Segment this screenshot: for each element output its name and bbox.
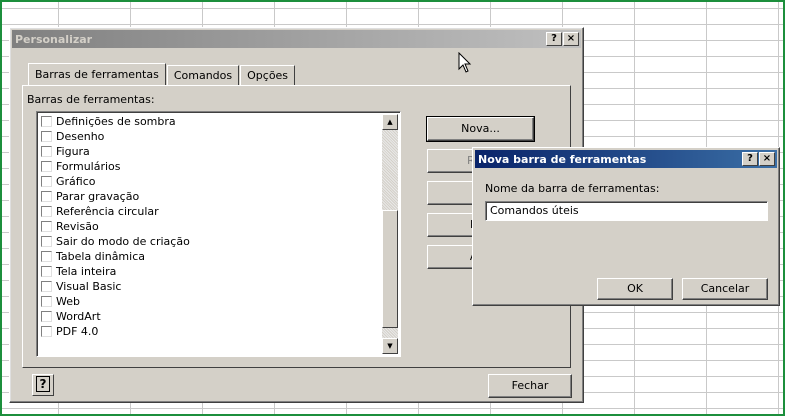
tab-options[interactable]: Opções — [240, 65, 296, 85]
help-button[interactable]: ? — [546, 32, 562, 46]
mouse-cursor-icon — [458, 52, 472, 73]
list-item[interactable]: Referência circular — [39, 204, 382, 219]
list-item[interactable]: Definições de sombra — [39, 114, 382, 129]
checkbox[interactable] — [41, 281, 52, 292]
list-item[interactable]: Revisão — [39, 219, 382, 234]
checkbox[interactable] — [41, 236, 52, 247]
tab-toolbars[interactable]: Barras de ferramentas — [28, 63, 166, 85]
tab-toolbars-label: Barras de ferramentas — [35, 68, 159, 81]
list-item-label: Sair do modo de criação — [56, 235, 190, 248]
list-item-label: PDF 4.0 — [56, 325, 99, 338]
checkbox[interactable] — [41, 191, 52, 202]
list-item[interactable]: Desenho — [39, 129, 382, 144]
tab-commands[interactable]: Comandos — [166, 65, 240, 85]
list-item[interactable]: Gráfico — [39, 174, 382, 189]
list-item-label: Gráfico — [56, 175, 96, 188]
checkbox[interactable] — [41, 176, 52, 187]
tab-options-label: Opções — [247, 69, 289, 82]
list-item-label: Tela inteira — [56, 265, 117, 278]
close-button[interactable]: × — [563, 32, 579, 46]
checkbox[interactable] — [41, 161, 52, 172]
checkbox[interactable] — [41, 326, 52, 337]
checkbox[interactable] — [41, 296, 52, 307]
list-item[interactable]: Parar gravação — [39, 189, 382, 204]
toolbars-list-label: Barras de ferramentas: — [27, 93, 155, 106]
checkbox[interactable] — [41, 131, 52, 142]
footer-help-icon: ? — [35, 376, 51, 392]
list-item[interactable]: Figura — [39, 144, 382, 159]
new-toolbar-close-button[interactable]: × — [759, 152, 775, 166]
customize-title: Personalizar — [15, 32, 93, 46]
ok-button[interactable]: OK — [597, 278, 673, 300]
list-item[interactable]: Formulários — [39, 159, 382, 174]
toolbars-listbox[interactable]: Definições de sombra Desenho Figura Formulá… — [36, 111, 401, 357]
list-item-label: Referência circular — [56, 205, 159, 218]
list-item-label: Web — [56, 295, 80, 308]
close-dialog-button[interactable]: Fechar — [488, 374, 572, 398]
list-item-label: Figura — [56, 145, 90, 158]
toolbar-name-label: Nome da barra de ferramentas: — [485, 182, 660, 195]
list-item-label: Desenho — [56, 130, 105, 143]
toolbars-list: Definições de sombra Desenho Figura Formulá… — [39, 114, 382, 339]
list-item-label: WordArt — [56, 310, 101, 323]
cancel-button[interactable]: Cancelar — [682, 278, 768, 300]
list-item-label: Tabela dinâmica — [56, 250, 145, 263]
list-item[interactable]: Web — [39, 294, 382, 309]
list-item-label: Visual Basic — [56, 280, 122, 293]
listbox-scrollbar[interactable]: ▲ ▼ — [382, 114, 398, 354]
footer-help-button[interactable]: ? — [32, 374, 54, 396]
list-item-label: Definições de sombra — [56, 115, 176, 128]
new-toolbar-title: Nova barra de ferramentas — [478, 152, 647, 166]
list-item-label: Parar gravação — [56, 190, 140, 203]
checkbox[interactable] — [41, 311, 52, 322]
list-item[interactable]: PDF 4.0 — [39, 324, 382, 339]
scroll-up-icon[interactable]: ▲ — [382, 114, 398, 130]
checkbox[interactable] — [41, 146, 52, 157]
toolbar-name-input[interactable]: Comandos úteis — [485, 201, 768, 221]
list-item[interactable]: Sair do modo de criação — [39, 234, 382, 249]
new-toolbar-help-button[interactable]: ? — [742, 152, 758, 166]
checkbox[interactable] — [41, 266, 52, 277]
tab-strip: Barras de ferramentas Comandos Opções — [28, 63, 296, 85]
checkbox[interactable] — [41, 221, 52, 232]
scroll-thumb[interactable] — [382, 210, 398, 328]
list-item[interactable]: WordArt — [39, 309, 382, 324]
list-item[interactable]: Visual Basic — [39, 279, 382, 294]
scroll-down-icon[interactable]: ▼ — [382, 338, 398, 354]
checkbox[interactable] — [41, 116, 52, 127]
new-toolbar-dialog: Nova barra de ferramentas ? × Nome da ba… — [472, 147, 780, 306]
new-toolbar-titlebar: Nova barra de ferramentas ? × — [475, 150, 777, 168]
tab-commands-label: Comandos — [173, 69, 233, 82]
list-item[interactable]: Tela inteira — [39, 264, 382, 279]
new-toolbar-button[interactable]: Nova... — [426, 116, 535, 142]
list-item[interactable]: Tabela dinâmica — [39, 249, 382, 264]
checkbox[interactable] — [41, 206, 52, 217]
list-item-label: Revisão — [56, 220, 99, 233]
list-item-label: Formulários — [56, 160, 121, 173]
customize-titlebar: Personalizar ? × — [12, 30, 581, 48]
checkbox[interactable] — [41, 251, 52, 262]
